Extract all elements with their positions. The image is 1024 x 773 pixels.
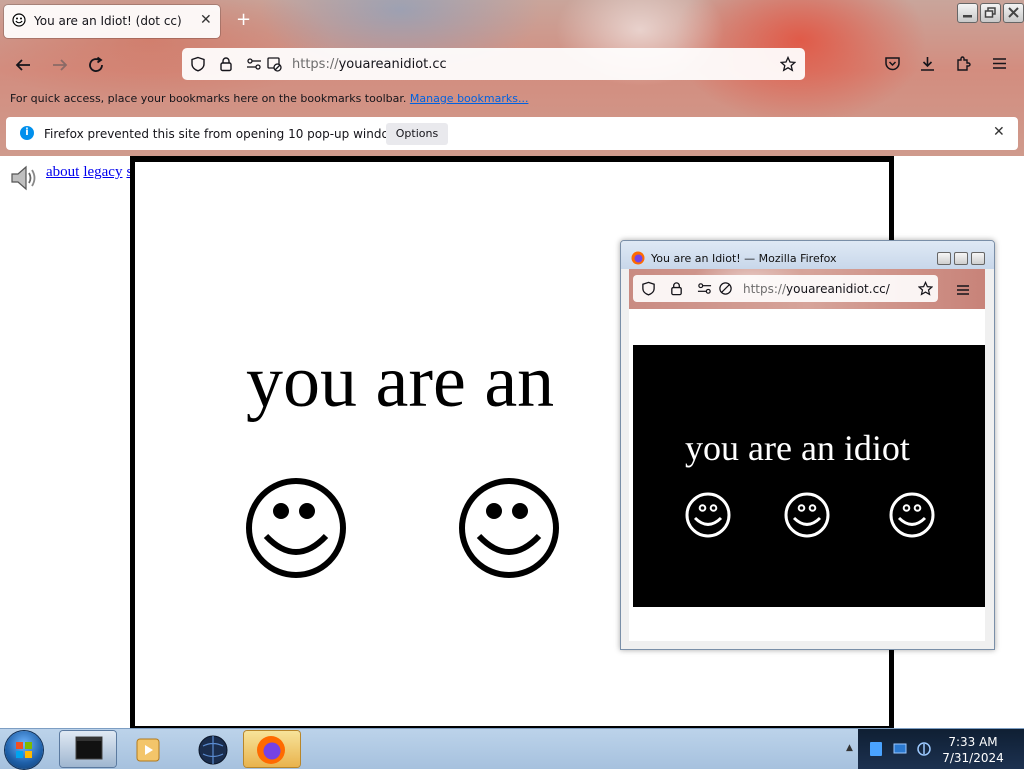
tray-expand-icon[interactable]: ▲ [846, 743, 853, 753]
hamburger-menu-icon[interactable] [955, 282, 971, 298]
page-heading: you are an [246, 341, 555, 423]
popup-black-frame: you are an idiot [633, 345, 985, 607]
close-icon [1008, 7, 1019, 18]
about-link[interactable]: about [46, 164, 79, 180]
close-window-button[interactable] [1003, 3, 1024, 23]
restore-icon [984, 7, 996, 18]
legacy-link[interactable]: legacy [83, 164, 122, 180]
firefox-icon [257, 736, 285, 764]
taskbar-item-media-player[interactable] [120, 731, 176, 767]
minimize-button[interactable] [957, 3, 978, 23]
autoplay-blocked-icon[interactable] [718, 281, 733, 296]
start-button[interactable] [5, 731, 43, 769]
popup-heading: you are an idiot [685, 428, 910, 468]
download-icon[interactable] [919, 55, 936, 72]
url-host: youareanidiot.cc [338, 57, 447, 72]
globe-icon [198, 735, 228, 765]
extensions-icon[interactable] [955, 55, 972, 72]
url-scheme: https:// [292, 57, 339, 72]
shield-icon[interactable] [641, 281, 656, 296]
pocket-icon[interactable] [884, 55, 901, 72]
media-player-icon [136, 738, 160, 762]
manage-bookmarks-link[interactable]: Manage bookmarks... [410, 92, 529, 105]
popup-titlebar[interactable]: You are an Idiot! — Mozilla Firefox [621, 241, 994, 269]
permissions-icon[interactable] [697, 281, 712, 296]
close-notification-icon[interactable]: ✕ [993, 124, 1005, 140]
tab-youareanidiot[interactable]: You are an Idiot! (dot cc) ✕ [4, 5, 220, 38]
network-icon[interactable] [892, 741, 908, 757]
new-tab-button[interactable]: + [236, 9, 251, 30]
taskbar: ▲ 7:33 AM 7/31/2024 [0, 728, 1024, 769]
shield-icon[interactable] [190, 56, 206, 72]
permissions-icon[interactable] [246, 56, 262, 72]
windows-logo-icon [16, 742, 32, 758]
bookmark-star-icon[interactable] [918, 281, 933, 296]
tray-app-icon[interactable] [868, 741, 884, 757]
popup-url-rest: youareanidiot.cc/lol. [786, 282, 891, 296]
popup-page: you are an idiot [629, 309, 985, 641]
clock-time: 7:33 AM [948, 735, 998, 749]
tab-title: You are an Idiot! (dot cc) [34, 14, 182, 28]
bookmarks-hint: For quick access, place your bookmarks h… [10, 92, 407, 105]
smiley-face-icon [459, 478, 559, 578]
clock[interactable]: 7:33 AM 7/31/2024 [933, 734, 1013, 766]
browser-chrome: You are an Idiot! (dot cc) ✕ + https://y… [0, 0, 1024, 156]
speaker-icon[interactable] [8, 162, 40, 194]
terminal-icon [75, 736, 103, 760]
popup-url-text: https://youareanidiot.cc/lol. [743, 282, 891, 296]
popup-restore-button[interactable] [954, 252, 968, 265]
taskbar-item-firefox[interactable] [244, 731, 300, 767]
forward-arrow-icon[interactable] [49, 54, 71, 76]
volume-icon[interactable] [916, 741, 932, 757]
popup-url-scheme: https:// [743, 282, 787, 296]
options-button[interactable]: Options [386, 123, 448, 145]
taskbar-item-globe[interactable] [185, 731, 241, 767]
info-icon: i [20, 126, 34, 140]
smiley-face-icon [246, 478, 346, 578]
smiley-face-icon [685, 492, 731, 538]
restore-button[interactable] [980, 3, 1001, 23]
firefox-icon [631, 251, 645, 265]
popup-blocked-notification: i Firefox prevented this site from openi… [6, 117, 1018, 150]
taskbar-item-terminal[interactable] [60, 731, 116, 767]
minimize-icon [963, 15, 972, 18]
hamburger-menu-icon[interactable] [991, 55, 1008, 72]
popup-navbar: https://youareanidiot.cc/lol. [629, 269, 985, 309]
popup-title: You are an Idiot! — Mozilla Firefox [651, 252, 837, 265]
popup-blocked-icon[interactable] [266, 56, 282, 72]
back-arrow-icon[interactable] [12, 54, 34, 76]
popup-window[interactable]: You are an Idiot! — Mozilla Firefox http… [620, 240, 995, 650]
lock-icon[interactable] [218, 56, 234, 72]
clock-date: 7/31/2024 [942, 751, 1004, 765]
lock-icon[interactable] [669, 281, 684, 296]
url-text: https://youareanidiot.cc [292, 57, 447, 72]
notification-message: Firefox prevented this site from opening… [44, 127, 409, 141]
close-tab-icon[interactable]: ✕ [200, 12, 212, 28]
smiley-face-icon [784, 492, 830, 538]
reload-icon[interactable] [85, 54, 107, 76]
popup-close-button[interactable] [971, 252, 985, 265]
bookmarks-toolbar: For quick access, place your bookmarks h… [10, 92, 528, 105]
smiley-favicon-icon [12, 13, 26, 27]
popup-minimize-button[interactable] [937, 252, 951, 265]
popup-address-bar[interactable]: https://youareanidiot.cc/lol. [633, 275, 938, 302]
address-bar[interactable]: https://youareanidiot.cc [182, 48, 805, 80]
smiley-face-icon [889, 492, 935, 538]
window-controls [955, 3, 1024, 23]
bookmark-star-icon[interactable] [780, 56, 796, 72]
